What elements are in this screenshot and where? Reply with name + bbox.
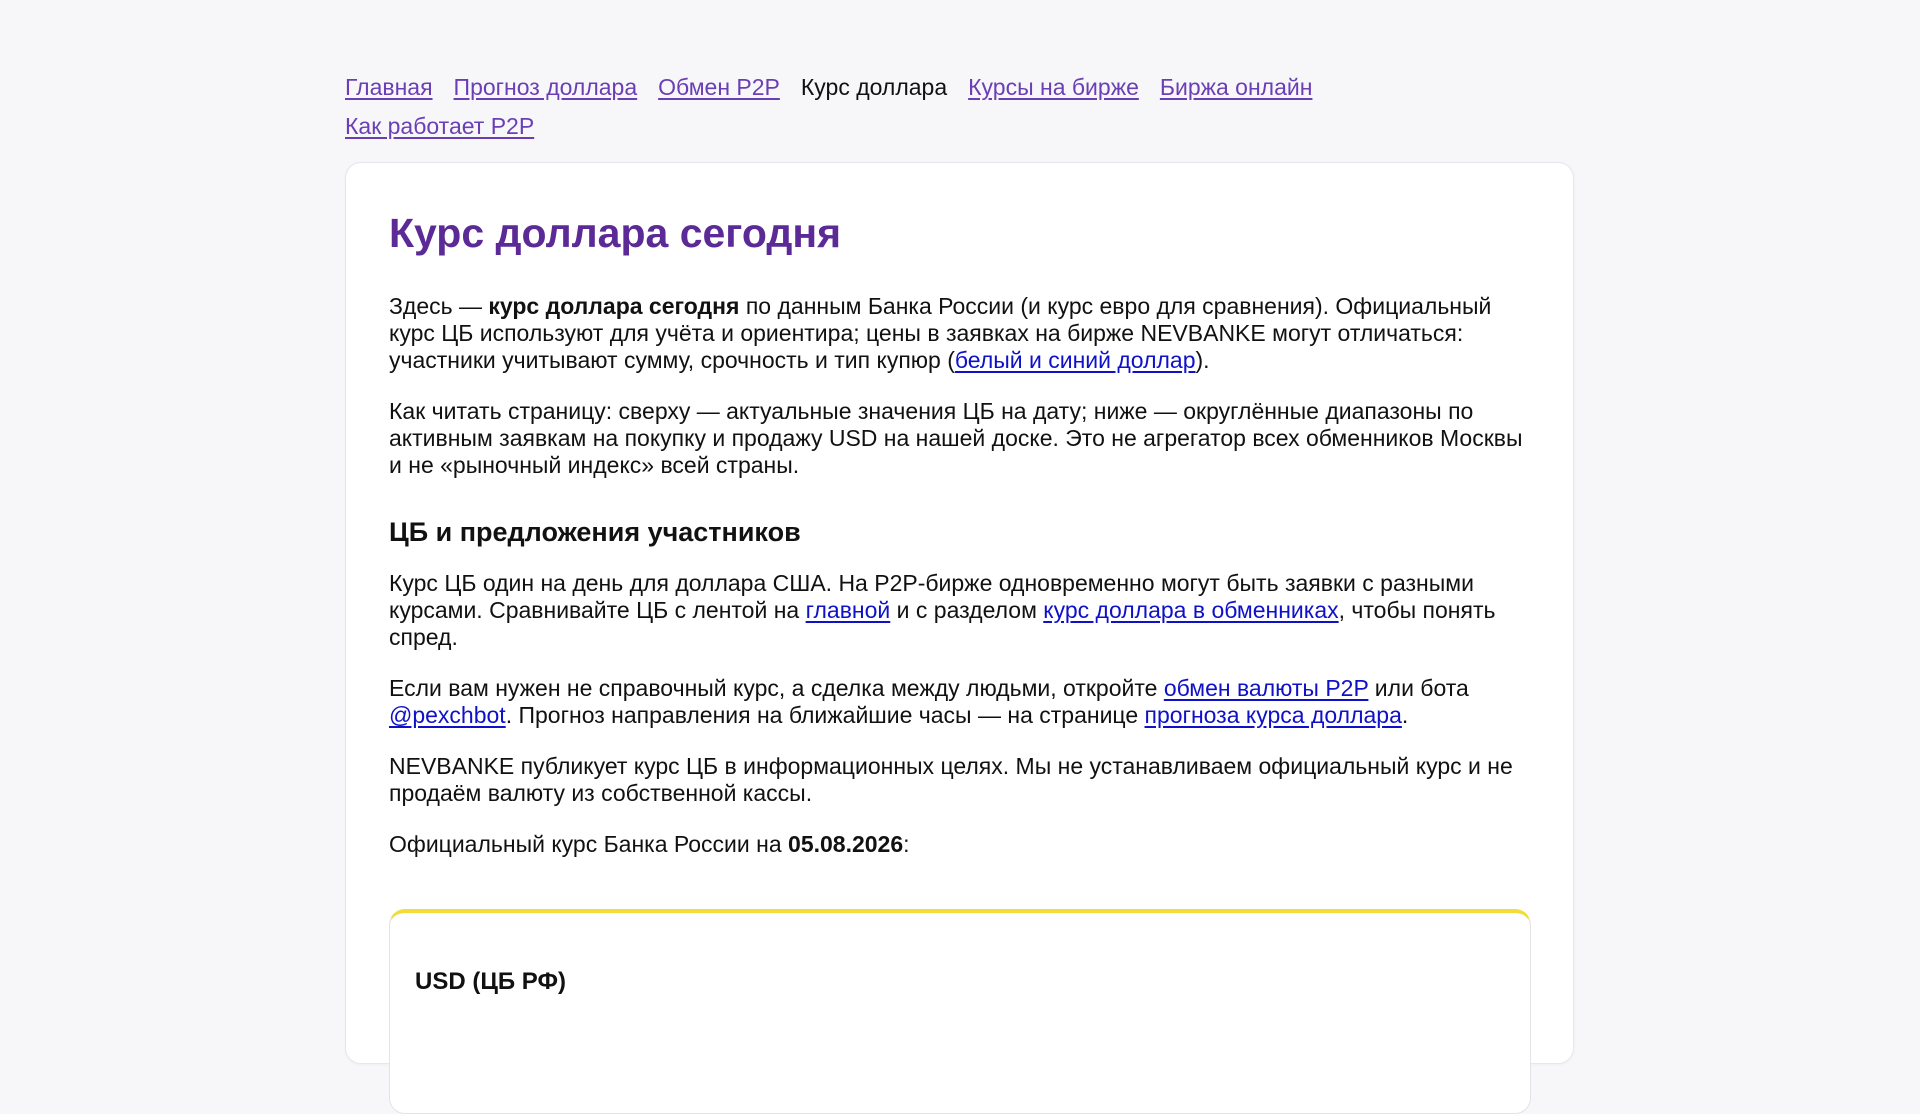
disclaimer-paragraph: NEVBANKE публикует курс ЦБ в информацион… [389, 753, 1513, 806]
nav-item-dollar-rate-current: Курс доллара [800, 74, 948, 100]
article: Курс доллара сегодня Здесь — курс доллар… [389, 163, 1529, 858]
nav-link-dollar-forecast[interactable]: Прогноз доллара [454, 68, 638, 107]
content-card: Курс доллара сегодня Здесь — курс доллар… [345, 162, 1574, 1114]
nav-link-exchange-rates[interactable]: Курсы на бирже [968, 68, 1139, 107]
section-title-cb-offers: ЦБ и предложения участников [389, 517, 801, 547]
deal-paragraph: Если вам нужен не справочный курс, а сде… [389, 675, 1529, 729]
link-pexchbot[interactable]: @pexchbot [389, 702, 506, 728]
cb-paragraph: Курс ЦБ один на день для доллара США. На… [389, 570, 1529, 651]
official-rate-date: 05.08.2026 [788, 831, 904, 857]
link-home-feed[interactable]: главной [806, 597, 891, 623]
usd-rate-card-title: USD (ЦБ РФ) [415, 968, 566, 995]
intro-text-3: ). [1195, 347, 1210, 373]
deal-text-4: . [1401, 702, 1409, 728]
official-colon: : [903, 831, 910, 857]
intro-bold-text: курс доллара сегодня [488, 293, 740, 319]
link-p2p-currency-exchange[interactable]: обмен валюты P2P [1164, 675, 1369, 701]
nav-link-exchange-online[interactable]: Биржа онлайн [1160, 68, 1313, 107]
nav-link-p2p-exchange[interactable]: Обмен P2P [658, 68, 780, 107]
deal-text-1: Если вам нужен не справочный курс, а сде… [389, 675, 1164, 701]
link-white-blue-dollar[interactable]: белый и синий доллар [955, 347, 1196, 373]
usd-rate-card: USD (ЦБ РФ) [389, 909, 1531, 1114]
intro-paragraph: Здесь — курс доллара сегодня по данным Б… [389, 293, 1529, 374]
page-title: Курс доллара сегодня [389, 210, 842, 256]
link-dollar-forecast[interactable]: прогноза курса доллара [1145, 702, 1402, 728]
how-to-read-paragraph: Как читать страницу: сверху — актуальные… [389, 398, 1523, 478]
cb-text-2: и с разделом [890, 597, 1044, 623]
intro-text-1: Здесь — [389, 293, 489, 319]
deal-text-2: или бота [1368, 675, 1469, 701]
deal-text-3: . Прогноз направления на ближайшие часы … [505, 702, 1145, 728]
official-text: Официальный курс Банка России на [389, 831, 789, 857]
official-rate-line: Официальный курс Банка России на 05.08.2… [389, 831, 1529, 858]
nav-link-home[interactable]: Главная [345, 68, 433, 107]
top-navigation: Главная Прогноз доллара Обмен P2P Курс долл… [345, 68, 1445, 146]
link-dollar-rate-exchangers[interactable]: курс доллара в обменниках [1043, 597, 1338, 623]
nav-link-how-p2p-works[interactable]: Как работает P2P [345, 107, 534, 146]
